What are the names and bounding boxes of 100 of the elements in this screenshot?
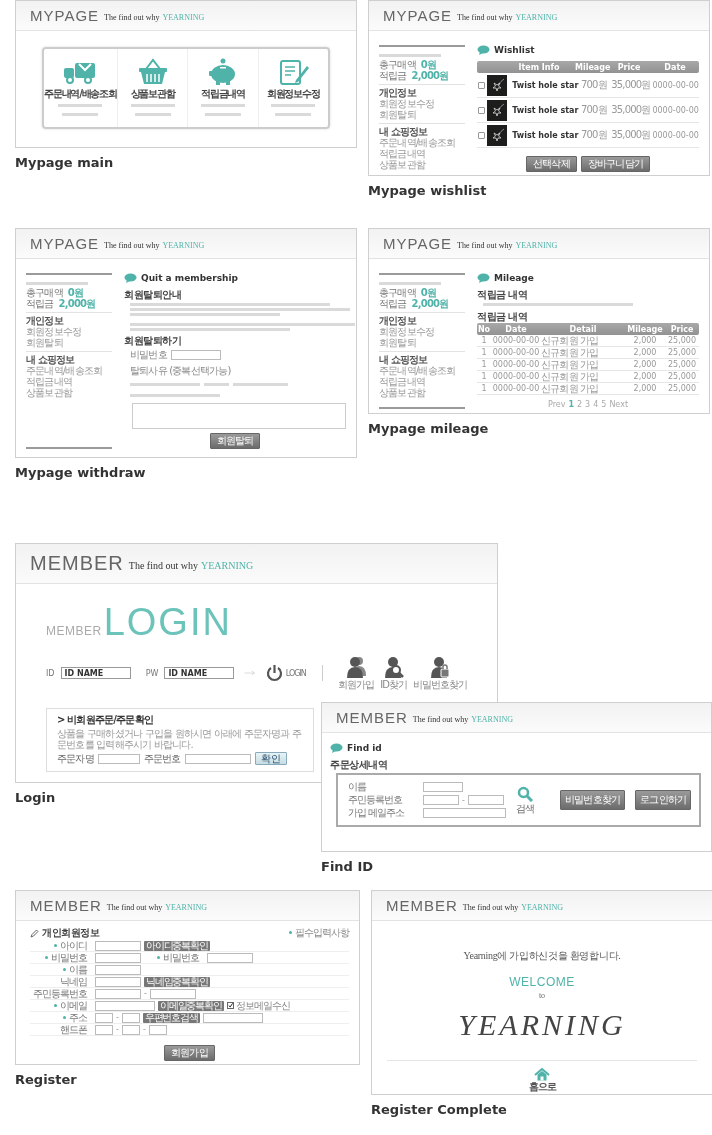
checkbox-option[interactable]: 정보메일수신	[226, 1000, 290, 1011]
input-field[interactable]	[202, 1012, 263, 1023]
menu-title[interactable]: 주문내역/배송조회	[44, 88, 117, 100]
summary-value: 2,000원	[411, 298, 449, 309]
input-field[interactable]	[95, 1024, 113, 1035]
page-title: MEMBER	[30, 552, 124, 575]
arrow-icon	[244, 668, 256, 678]
field-label: 주문번호	[143, 752, 181, 765]
input-field[interactable]	[95, 940, 141, 951]
input-field[interactable]	[423, 808, 506, 818]
table-cell-text: 35,000원	[610, 78, 652, 92]
page-link[interactable]: 1	[568, 400, 574, 409]
sidebar-link[interactable]: 회원탈퇴	[379, 337, 416, 348]
login-button[interactable]: LOGIN	[265, 664, 306, 682]
input-field[interactable]	[95, 1012, 113, 1023]
brand-name: YEARNING	[165, 903, 207, 912]
id-field[interactable]: ID NAME	[60, 667, 131, 679]
menu-title[interactable]: 상품보관함	[130, 88, 175, 100]
sidebar-link[interactable]: 주문내역/배송조회	[26, 365, 103, 376]
menu-title[interactable]: 회원정보수정	[266, 88, 320, 100]
order-number-field[interactable]	[184, 753, 251, 764]
field-label: 이메일	[30, 1000, 92, 1011]
sidebar-link[interactable]: 회원탈퇴	[379, 109, 416, 120]
person-lock-icon	[429, 656, 451, 678]
input-field[interactable]	[423, 782, 463, 792]
confirm-button[interactable]: 확인	[254, 752, 287, 765]
separator: -	[144, 989, 147, 998]
comment-field[interactable]	[132, 403, 346, 429]
checkbox[interactable]	[478, 81, 486, 89]
input-field[interactable]	[467, 795, 504, 805]
page-link[interactable]: 5	[601, 400, 607, 409]
summary-value: 2,000원	[58, 298, 96, 309]
check-button[interactable]: 아이디중복확인	[144, 940, 210, 951]
sidebar-link[interactable]: 상품보관함	[379, 387, 425, 398]
column-header: Detail	[568, 324, 598, 334]
sidebar-link[interactable]: 적립금내역	[379, 376, 425, 387]
action-button[interactable]: 장바구니담기	[580, 156, 650, 172]
password-field[interactable]: ID NAME	[164, 667, 235, 679]
register-button[interactable]: 회원가입	[164, 1045, 215, 1061]
summary-value: 0원	[67, 287, 84, 298]
member-link[interactable]: 회원가입	[338, 656, 375, 690]
checkbox[interactable]	[478, 106, 486, 114]
check-button[interactable]: 닉네임중복확인	[144, 976, 210, 987]
prev-link[interactable]: Prev	[547, 400, 566, 409]
next-link[interactable]: Next	[609, 400, 628, 409]
product-name[interactable]: Twist hole star	[512, 80, 579, 90]
input-field[interactable]	[95, 976, 141, 987]
checkbox[interactable]	[478, 131, 486, 139]
table-cell: 0000-00-00	[491, 336, 541, 345]
sidebar-link[interactable]: 적립금내역	[26, 376, 72, 387]
search-button[interactable]: 검색	[516, 786, 534, 814]
people-icon	[345, 656, 368, 678]
action-button[interactable]: 비밀번호찾기	[560, 790, 626, 810]
member-link[interactable]: 비밀번호찾기	[413, 656, 467, 690]
sidebar-link[interactable]: 적립금내역	[379, 148, 425, 159]
tagline: The find out why	[106, 903, 163, 912]
input-field[interactable]	[121, 1012, 140, 1023]
input-field[interactable]	[148, 1024, 167, 1035]
table-cell-text: 2,000	[632, 384, 658, 393]
tagline: The find out why	[412, 715, 469, 724]
page-link[interactable]: 2	[577, 400, 583, 409]
withdraw-button[interactable]: 회원탈퇴	[209, 433, 261, 449]
sidebar-link[interactable]: 상품보관함	[379, 159, 425, 170]
home-link[interactable]: 홈으로	[528, 1068, 556, 1092]
input-field[interactable]	[423, 795, 459, 805]
sidebar-link[interactable]: 상품보관함	[26, 387, 72, 398]
sidebar-link[interactable]: 회원정보수정	[379, 98, 435, 109]
sidebar-link[interactable]: 주문내역/배송조회	[379, 365, 456, 376]
sidebar-link[interactable]: 주문내역/배송조회	[379, 137, 456, 148]
table-cell: 0000-00-00	[652, 105, 699, 115]
input-field[interactable]	[95, 1000, 155, 1011]
input-field[interactable]	[207, 952, 253, 963]
input-field[interactable]	[121, 1024, 140, 1035]
password-field[interactable]	[170, 350, 221, 360]
product-name[interactable]: Twist hole star	[512, 130, 579, 140]
page-link[interactable]: 4	[593, 400, 599, 409]
input-field[interactable]	[95, 988, 141, 999]
action-button[interactable]: 선택삭제	[526, 156, 577, 172]
input-field[interactable]	[149, 988, 196, 999]
sidebar-link[interactable]: 회원탈퇴	[26, 337, 63, 348]
checkbox[interactable]	[226, 1002, 234, 1009]
section-heading: 회원탈퇴하기	[124, 335, 182, 347]
check-button[interactable]: 우편번호검색	[142, 1012, 200, 1023]
sidebar-link[interactable]: 회원정보수정	[26, 326, 82, 337]
table-cell-text: 25,000	[667, 360, 697, 369]
input-field[interactable]	[95, 952, 141, 963]
menu-title[interactable]: 적립금내역	[200, 88, 245, 100]
column-header: Date	[663, 62, 687, 72]
action-button[interactable]: 로그인하기	[635, 790, 692, 810]
welcome-heading: WELCOME	[509, 975, 575, 989]
check-button[interactable]: 이메일중복확인	[158, 1000, 224, 1011]
product-name[interactable]: Twist hole star	[512, 105, 579, 115]
blurred-text-line	[379, 54, 441, 57]
sidebar-link[interactable]: 회원정보수정	[379, 326, 435, 337]
summary-label: 총구매액	[379, 59, 416, 70]
page-link[interactable]: 3	[585, 400, 591, 409]
member-link[interactable]: ID찾기	[380, 656, 407, 690]
orderer-name-field[interactable]	[97, 753, 140, 764]
tagline: The find out why	[462, 903, 519, 912]
input-field[interactable]	[95, 964, 141, 975]
